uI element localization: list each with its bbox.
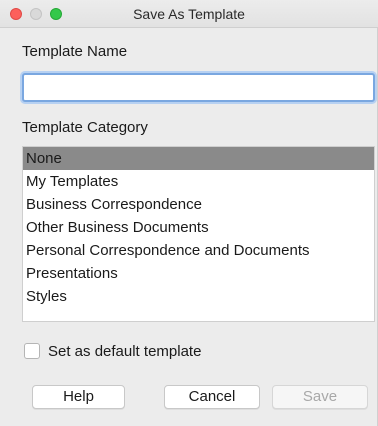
category-item-other-business-documents[interactable]: Other Business Documents (23, 216, 374, 239)
template-category-list[interactable]: None My Templates Business Correspondenc… (22, 146, 375, 322)
category-item-none[interactable]: None (23, 147, 374, 170)
template-name-label: Template Name (22, 43, 128, 60)
default-template-option[interactable]: Set as default template (24, 340, 201, 362)
save-button[interactable]: Save (272, 385, 368, 409)
template-category-label: Template Category (22, 119, 148, 136)
default-template-label[interactable]: Set as default template (48, 343, 201, 360)
titlebar: Save As Template (0, 0, 378, 28)
category-item-presentations[interactable]: Presentations (23, 262, 374, 285)
cancel-button[interactable]: Cancel (164, 385, 260, 409)
template-name-input[interactable] (22, 73, 375, 102)
category-item-my-templates[interactable]: My Templates (23, 170, 374, 193)
category-item-personal-correspondence[interactable]: Personal Correspondence and Documents (23, 239, 374, 262)
help-button[interactable]: Help (32, 385, 125, 409)
category-item-styles[interactable]: Styles (23, 285, 374, 308)
default-template-checkbox[interactable] (24, 343, 40, 359)
save-as-template-dialog: Save As Template Template Name Template … (0, 0, 378, 426)
category-item-business-correspondence[interactable]: Business Correspondence (23, 193, 374, 216)
dialog-title: Save As Template (133, 6, 245, 22)
